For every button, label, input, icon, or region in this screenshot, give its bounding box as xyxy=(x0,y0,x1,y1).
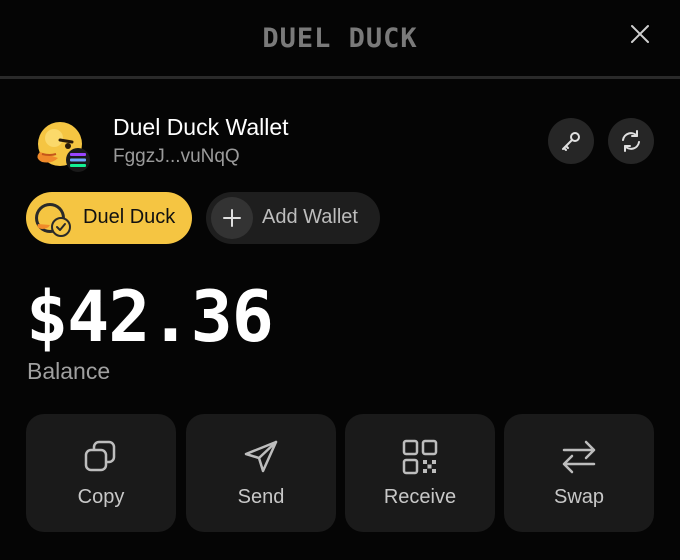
send-icon xyxy=(244,440,278,473)
header-divider xyxy=(0,76,680,79)
wallet-name: Duel Duck Wallet xyxy=(113,114,289,140)
check-badge-icon xyxy=(51,217,71,237)
action-label: Copy xyxy=(77,486,125,508)
chip-label: Duel Duck xyxy=(83,206,176,228)
copy-icon xyxy=(84,440,116,472)
action-label: Swap xyxy=(553,486,605,508)
plus-icon xyxy=(223,209,241,227)
wallet-info: Duel Duck Wallet FggzJ...vuNqQ xyxy=(32,110,654,174)
send-button[interactable]: Send xyxy=(186,414,336,532)
duck-avatar xyxy=(37,122,90,172)
swap-button[interactable]: Swap xyxy=(504,414,654,532)
chip-label: Add Wallet xyxy=(262,206,358,228)
refresh-button[interactable] xyxy=(608,118,654,164)
qr-code-icon xyxy=(402,439,438,475)
key-icon xyxy=(562,132,580,151)
header: DUEL DUCK xyxy=(0,0,680,76)
plus-circle xyxy=(211,197,253,239)
duck-avatar xyxy=(35,203,71,237)
close-icon xyxy=(631,25,649,43)
wallet-address[interactable]: FggzJ...vuNqQ xyxy=(113,146,240,168)
action-buttons: Copy Send Receive Swap xyxy=(26,414,654,532)
key-button[interactable] xyxy=(548,118,594,164)
action-label: Send xyxy=(237,486,285,508)
add-wallet-button[interactable]: Add Wallet xyxy=(206,192,380,244)
copy-button[interactable]: Copy xyxy=(26,414,176,532)
brand-title: DUEL DUCK xyxy=(262,22,418,54)
action-label: Receive xyxy=(383,486,457,508)
solana-icon xyxy=(66,148,90,172)
refresh-icon xyxy=(622,130,640,152)
wallet-chip-duel-duck[interactable]: Duel Duck xyxy=(26,192,192,244)
balance-label: Balance xyxy=(27,358,111,384)
swap-icon xyxy=(562,440,596,474)
balance-amount: $42.36 xyxy=(26,276,274,358)
receive-button[interactable]: Receive xyxy=(345,414,495,532)
close-button[interactable] xyxy=(628,22,652,46)
